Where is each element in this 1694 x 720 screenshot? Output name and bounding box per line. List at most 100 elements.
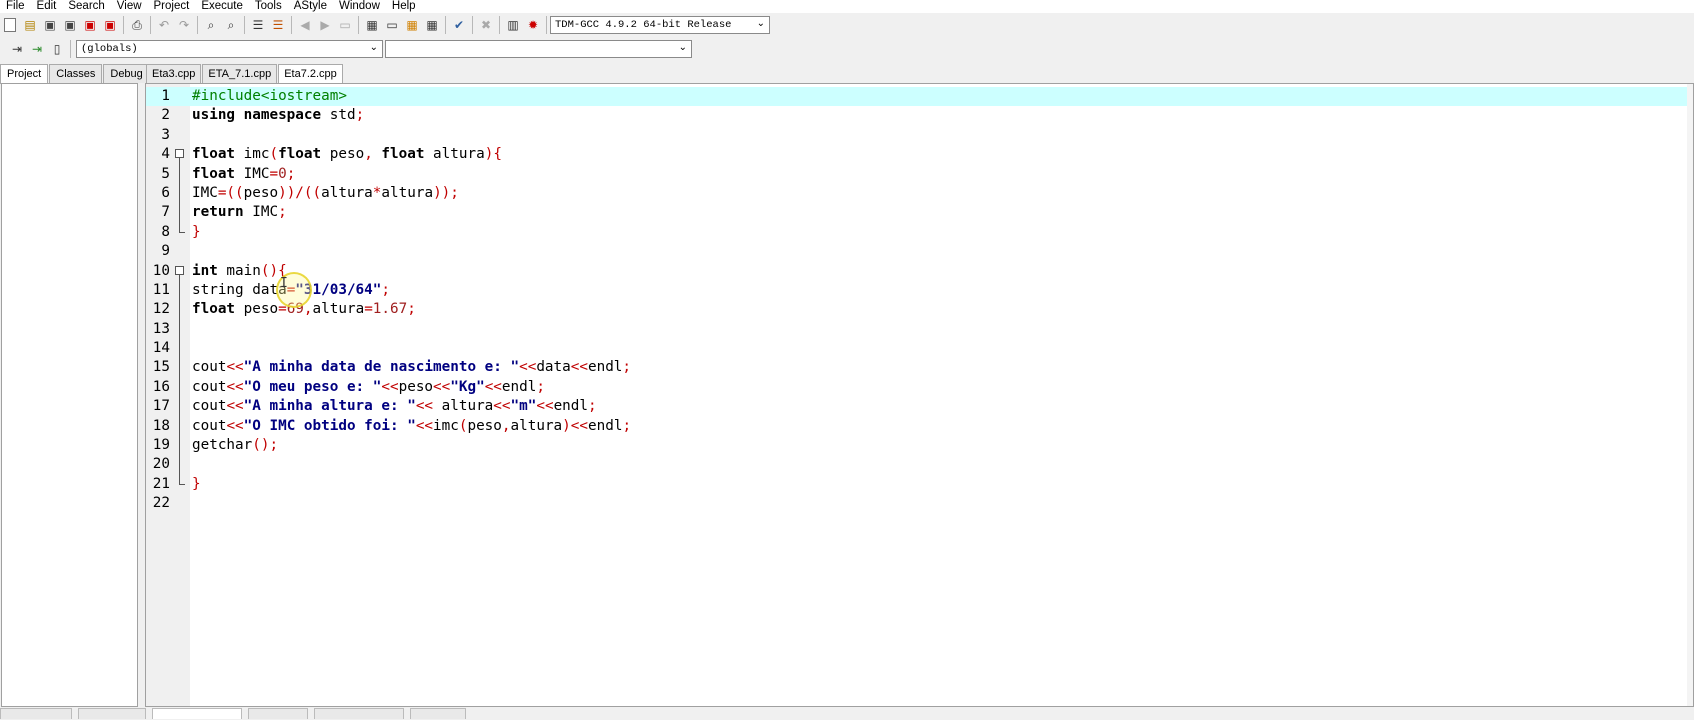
undo-icon[interactable]: ↶ <box>155 16 173 34</box>
toolbar-divider <box>291 16 292 34</box>
chart-icon[interactable]: ▥ <box>504 16 522 34</box>
stop-icon[interactable]: ✖ <box>477 16 495 34</box>
code-line[interactable]: 1 #include<iostream> <box>146 87 1693 107</box>
code-token: ; <box>622 417 632 434</box>
class-browser-icon[interactable]: ▯ <box>48 40 66 58</box>
close-file-icon[interactable]: ▣ <box>81 16 99 34</box>
code-line[interactable]: 16 cout<<"O meu peso e: "<<peso<<"Kg"<<en… <box>146 377 1693 398</box>
bottom-tab-debug[interactable] <box>248 708 308 719</box>
fold-guide <box>174 436 186 456</box>
code-line[interactable]: 15 cout<<"A minha data de nascimento e: "… <box>146 358 1693 379</box>
code-line[interactable]: 20 <box>146 455 1693 476</box>
code-token: ; <box>536 378 545 395</box>
menu-search[interactable]: Search <box>62 0 110 13</box>
code-text: getchar(); <box>192 436 278 455</box>
goto-definition-icon[interactable]: ⇥ <box>28 40 46 58</box>
profile-icon[interactable]: ✹ <box>524 16 542 34</box>
goto-declaration-icon[interactable]: ⇥ <box>8 40 26 58</box>
symbol-select[interactable]: ⌄ <box>385 40 692 58</box>
code-line[interactable]: 12 float peso=69,altura=1.67; <box>146 300 1693 321</box>
tile-icon[interactable]: ▦ <box>363 16 381 34</box>
print-icon[interactable]: ⎙ <box>128 16 146 34</box>
menu-execute[interactable]: Execute <box>195 0 249 13</box>
find-icon[interactable]: ⌕ <box>202 16 220 34</box>
close-all-icon[interactable]: ▣ <box>101 16 119 34</box>
code-area[interactable]: 1 #include<iostream> 2 using namespace std;… <box>146 87 1693 514</box>
code-line[interactable]: 6 IMC=((peso))/((altura*altura)); <box>146 183 1693 204</box>
menu-window[interactable]: Window <box>333 0 386 13</box>
line-number: 4 <box>161 146 170 163</box>
code-line[interactable]: 21} <box>146 474 1693 494</box>
code-token: 1.67 <box>372 301 408 318</box>
save-all-icon[interactable]: ▣ <box>61 16 79 34</box>
check-syntax-icon[interactable]: ✔ <box>450 16 468 34</box>
bottom-tab-compile-log[interactable] <box>152 708 242 719</box>
code-line[interactable]: 8} <box>146 222 1693 242</box>
layout-icon[interactable]: ▦ <box>403 16 421 34</box>
comment-icon[interactable]: ▭ <box>336 16 354 34</box>
window-icon[interactable]: ▭ <box>383 16 401 34</box>
menu-view[interactable]: View <box>111 0 148 13</box>
bottom-tab-find-results[interactable] <box>314 708 404 719</box>
menu-file[interactable]: File <box>0 0 31 13</box>
code-line[interactable]: 4 float imc(float peso, float altura){ <box>146 145 1693 166</box>
code-line[interactable]: 7 return IMC; <box>146 203 1693 224</box>
code-line[interactable]: 5 float IMC=0; <box>146 164 1693 185</box>
replace-icon[interactable]: ⌕ <box>222 16 240 34</box>
code-token: string data <box>192 281 287 298</box>
tab-debug[interactable]: Debug <box>103 64 150 83</box>
file-tab-eta3[interactable]: Eta3.cpp <box>146 64 202 83</box>
open-file-icon[interactable]: ▤ <box>21 16 39 34</box>
tab-classes[interactable]: Classes <box>49 64 103 83</box>
code-token: << <box>536 398 554 415</box>
menu-tools[interactable]: Tools <box>249 0 288 13</box>
code-line[interactable]: 13 <box>146 319 1693 340</box>
code-editor[interactable]: 1 #include<iostream> 2 using namespace std;… <box>145 83 1694 707</box>
menu-help[interactable]: Help <box>386 0 422 13</box>
project-panel[interactable] <box>1 83 138 707</box>
save-icon[interactable]: ▣ <box>41 16 59 34</box>
code-line[interactable]: 19 getchar(); <box>146 436 1693 456</box>
bottom-tab-resources[interactable] <box>78 708 146 719</box>
code-line[interactable]: 9 <box>146 242 1693 261</box>
code-token: IMC <box>192 184 218 201</box>
code-token: altura <box>381 184 434 201</box>
redo-icon[interactable]: ↷ <box>175 16 193 34</box>
code-token: cout <box>192 378 227 395</box>
compiler-select[interactable]: TDM-GCC 4.9.2 64-bit Release ⌄ <box>550 16 770 34</box>
code-token: endl <box>501 378 537 395</box>
scope-select[interactable]: (globals) ⌄ <box>76 40 383 58</box>
toolbar-divider <box>244 16 245 34</box>
code-line[interactable]: 22 <box>146 494 1693 513</box>
bottom-tab-compiler[interactable] <box>0 708 72 719</box>
tab-project[interactable]: Project <box>0 64 49 84</box>
grid-icon[interactable]: ▦ <box>423 16 441 34</box>
menu-edit[interactable]: Edit <box>31 0 63 13</box>
bookmark-next-icon[interactable]: ▶ <box>316 16 334 34</box>
menu-astyle[interactable]: AStyle <box>288 0 333 13</box>
file-tab-eta7-2[interactable]: Eta7.2.cpp <box>278 64 343 84</box>
code-token: ){ <box>484 146 502 163</box>
fold-toggle-icon[interactable] <box>174 262 186 282</box>
unindent-icon[interactable]: ☰ <box>269 16 287 34</box>
code-line[interactable]: 14 <box>146 339 1693 359</box>
new-file-icon[interactable] <box>1 16 19 34</box>
code-line[interactable]: 17 cout<<"A minha altura e: "<< altura<<"… <box>146 397 1693 418</box>
fold-guide <box>174 474 186 494</box>
indent-icon[interactable]: ☰ <box>249 16 267 34</box>
bottom-tab-close[interactable] <box>410 708 466 719</box>
vertical-scrollbar[interactable] <box>1687 84 1693 706</box>
bookmark-prev-icon[interactable]: ◀ <box>296 16 314 34</box>
menu-project[interactable]: Project <box>148 0 196 13</box>
code-line[interactable]: 2 using namespace std; <box>146 106 1693 125</box>
toolbar-divider <box>150 16 151 34</box>
code-line[interactable]: 11 string data="31/03/64"; <box>146 280 1693 301</box>
code-token: << <box>415 417 434 434</box>
code-line[interactable]: 10 int main(){ <box>146 262 1693 282</box>
code-token: << <box>415 398 434 415</box>
code-line[interactable]: 3 <box>146 126 1693 145</box>
code-line[interactable]: 18 cout<<"O IMC obtido foi: "<<imc(peso,a… <box>146 416 1693 437</box>
code-text: cout<<"O meu peso e: "<<peso<<"Kg"<<endl… <box>192 378 545 397</box>
fold-toggle-icon[interactable] <box>174 145 186 166</box>
file-tab-eta-7-1[interactable]: ETA_7.1.cpp <box>202 64 278 83</box>
